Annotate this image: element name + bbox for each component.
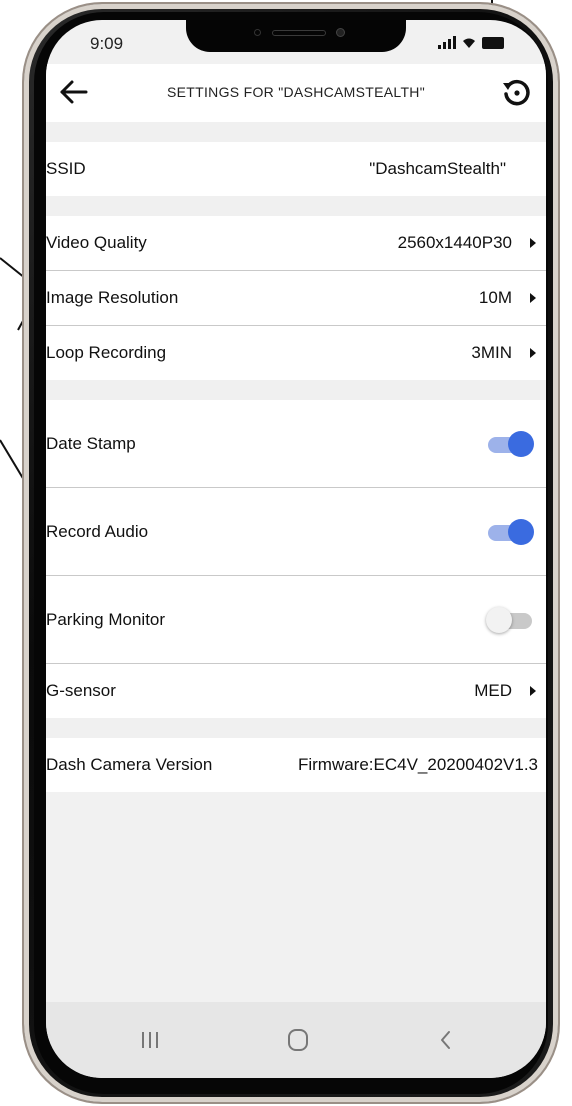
caret-right-icon (530, 686, 536, 696)
battery-icon (482, 37, 504, 49)
section-divider (46, 196, 546, 216)
image-resolution-value: 10M (478, 288, 512, 307)
toggle-knob (508, 430, 534, 457)
app-header: SETTINGS FOR "DASHCAMSTEALTH" (46, 64, 546, 122)
firmware-version-value: Firmware:EC4V_20200402V1.3 (297, 755, 538, 774)
video-quality-value: 2560x1440P30 (397, 233, 512, 252)
signal-icon (438, 36, 456, 49)
recent-apps-button[interactable] (130, 1022, 170, 1058)
g-sensor-label: G-sensor (46, 681, 116, 700)
ssid-label: SSID (46, 159, 86, 178)
loop-recording-value: 3MIN (471, 343, 512, 362)
caret-right-icon (530, 348, 536, 358)
loop-recording-label: Loop Recording (46, 343, 167, 362)
date-stamp-toggle[interactable] (486, 429, 534, 459)
earpiece-speaker (272, 30, 326, 36)
setting-row-record-audio: Record Audio (46, 488, 546, 576)
g-sensor-value: MED (474, 681, 512, 700)
camera-notch (186, 20, 406, 52)
section-divider (46, 380, 546, 400)
settings-list: SSID "DashcamStealth" Video Quality 2560… (46, 122, 546, 792)
reset-history-icon[interactable] (500, 75, 534, 109)
record-audio-toggle[interactable] (486, 517, 534, 547)
home-icon (288, 1029, 308, 1051)
setting-row-loop-recording[interactable]: Loop Recording 3MIN (46, 326, 546, 380)
status-time: 9:09 (90, 34, 124, 53)
dash-camera-version-label: Dash Camera Version (46, 755, 213, 774)
front-camera (336, 28, 345, 37)
wifi-icon (463, 38, 475, 48)
caret-right-icon (530, 238, 536, 248)
caret-right-icon (530, 293, 536, 303)
section-divider (46, 122, 546, 142)
status-icons (438, 36, 504, 49)
system-navigation-bar (46, 1002, 546, 1078)
section-divider (46, 718, 546, 738)
setting-row-parking-monitor: Parking Monitor (46, 576, 546, 664)
chevron-left-icon (441, 1031, 450, 1049)
parking-monitor-label: Parking Monitor (46, 609, 166, 629)
image-resolution-label: Image Resolution (46, 288, 179, 307)
setting-row-image-resolution[interactable]: Image Resolution 10M (46, 271, 546, 326)
nav-back-button[interactable] (426, 1022, 466, 1058)
toggle-knob (486, 606, 512, 633)
record-audio-label: Record Audio (46, 521, 149, 541)
app-screen: 9:09 SETTINGS FOR "DASHCAMSTEALTH" SSID … (46, 20, 546, 1078)
parking-monitor-toggle[interactable] (486, 605, 534, 635)
date-stamp-label: Date Stamp (46, 433, 136, 453)
setting-row-g-sensor[interactable]: G-sensor MED (46, 664, 546, 718)
recent-apps-icon (142, 1032, 158, 1048)
ssid-value: "DashcamStealth" (369, 159, 506, 178)
toggle-knob (508, 518, 534, 545)
setting-row-date-stamp: Date Stamp (46, 400, 546, 488)
sensor-dot (254, 29, 261, 36)
home-button[interactable] (278, 1022, 318, 1058)
page-title: SETTINGS FOR "DASHCAMSTEALTH" (167, 84, 425, 100)
setting-row-ssid: SSID "DashcamStealth" (46, 142, 546, 196)
setting-row-dash-camera-version: Dash Camera Version Firmware:EC4V_202004… (46, 738, 546, 792)
setting-row-video-quality[interactable]: Video Quality 2560x1440P30 (46, 216, 546, 271)
arrow-left-icon[interactable] (56, 74, 92, 110)
video-quality-label: Video Quality (46, 233, 147, 252)
